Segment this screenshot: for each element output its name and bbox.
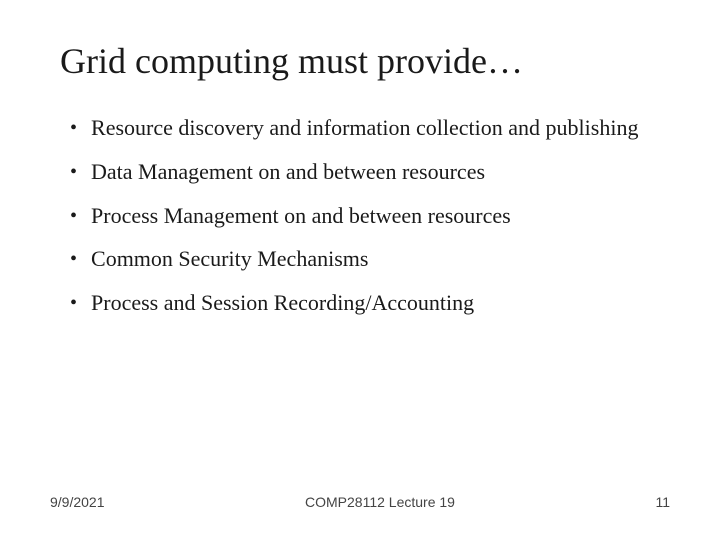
bullet-text: Process and Session Recording/Accounting xyxy=(91,288,670,318)
footer-course: COMP28112 Lecture 19 xyxy=(305,494,455,510)
bullet-dot-icon: • xyxy=(70,115,77,142)
bullet-dot-icon: • xyxy=(70,159,77,186)
bullet-text: Resource discovery and information colle… xyxy=(91,113,670,143)
slide-footer: 9/9/2021 COMP28112 Lecture 19 11 xyxy=(50,484,670,510)
bullet-dot-icon: • xyxy=(70,246,77,273)
slide: Grid computing must provide… • Resource d… xyxy=(0,0,720,540)
footer-page: 11 xyxy=(655,494,670,510)
bullet-dot-icon: • xyxy=(70,290,77,317)
list-item: • Common Security Mechanisms xyxy=(70,244,670,274)
bullet-text: Process Management on and between resour… xyxy=(91,201,670,231)
list-item: • Process and Session Recording/Accountin… xyxy=(70,288,670,318)
bullet-text: Data Management on and between resources xyxy=(91,157,670,187)
list-item: • Process Management on and between resou… xyxy=(70,201,670,231)
bullet-text: Common Security Mechanisms xyxy=(91,244,670,274)
footer-date: 9/9/2021 xyxy=(50,494,105,510)
list-item: • Resource discovery and information coll… xyxy=(70,113,670,143)
list-item: • Data Management on and between resource… xyxy=(70,157,670,187)
slide-title: Grid computing must provide… xyxy=(60,40,670,83)
bullet-list: • Resource discovery and information coll… xyxy=(70,113,670,484)
bullet-dot-icon: • xyxy=(70,203,77,230)
